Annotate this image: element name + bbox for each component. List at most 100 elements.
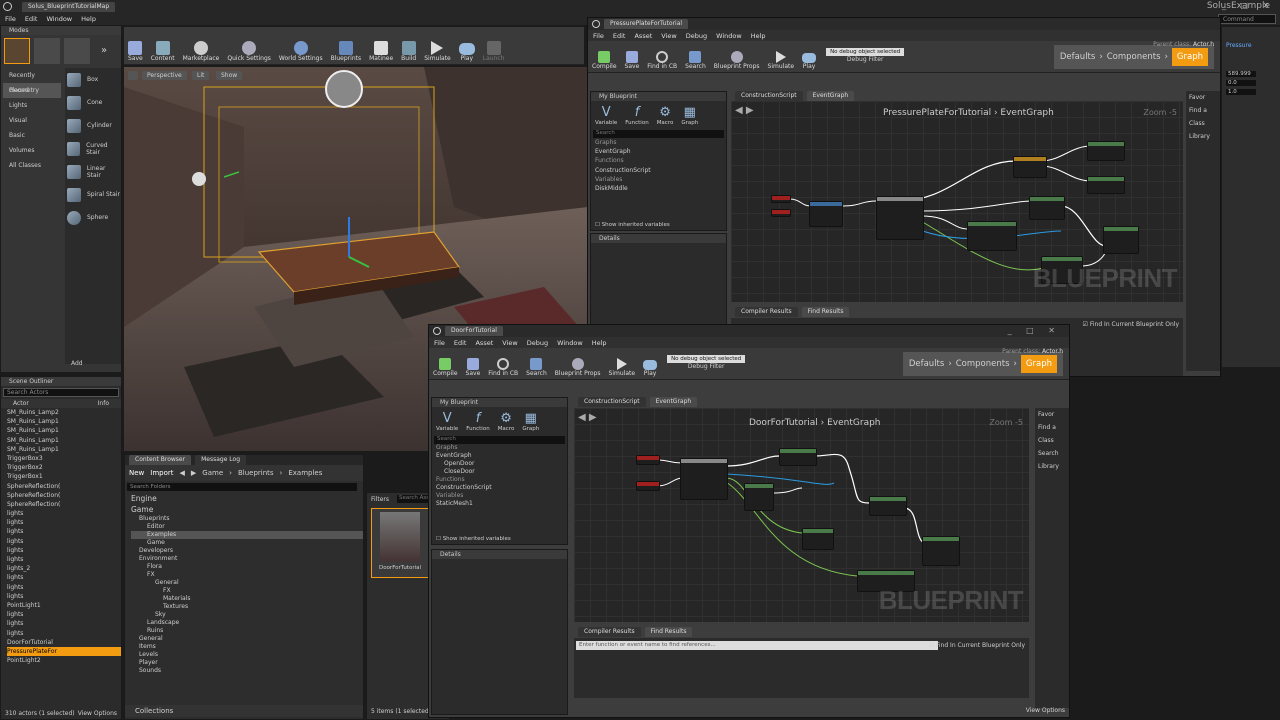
- add-function-button[interactable]: f Function: [466, 411, 489, 432]
- world-settings-button[interactable]: World Settings: [275, 29, 327, 64]
- debug-object-select[interactable]: No debug object selected: [667, 355, 746, 363]
- folder-item[interactable]: Textures: [131, 603, 363, 611]
- folder-item[interactable]: Environment: [131, 555, 363, 563]
- blueprint-props-button[interactable]: Blueprint Props: [551, 349, 605, 379]
- category-volumes[interactable]: Volumes: [3, 143, 61, 158]
- menu-window[interactable]: Window: [716, 32, 742, 40]
- path-blueprints[interactable]: Blueprints: [238, 469, 274, 477]
- actor-row[interactable]: lights_2: [7, 564, 121, 573]
- menu-help[interactable]: Help: [751, 32, 766, 40]
- actor-row[interactable]: PressurePlateFor: [7, 646, 121, 657]
- blueprint-props-button[interactable]: Blueprint Props: [710, 42, 764, 72]
- actor-row[interactable]: TriggerBox3: [7, 454, 121, 463]
- category-visual[interactable]: Visual: [3, 113, 61, 128]
- content-button[interactable]: Content: [147, 29, 179, 64]
- bp2-view-options[interactable]: View Options: [1026, 707, 1065, 714]
- matinee-button[interactable]: Matinee: [365, 29, 397, 64]
- folder-item[interactable]: Sky: [131, 611, 363, 619]
- actor-row[interactable]: SM_Ruins_Lamp1: [7, 436, 121, 445]
- column-info[interactable]: Info: [98, 399, 109, 408]
- graph-node[interactable]: [1103, 226, 1139, 254]
- palette-find[interactable]: Find a: [1035, 421, 1069, 434]
- item-diskmiddle[interactable]: DiskMiddle: [595, 184, 726, 193]
- menu-edit[interactable]: Edit: [613, 32, 626, 40]
- path-game[interactable]: Game: [202, 469, 223, 477]
- compiler-results-tab[interactable]: Compiler Results: [578, 627, 641, 637]
- menu-window[interactable]: Window: [557, 339, 583, 347]
- folder-item[interactable]: Developers: [131, 547, 363, 555]
- blueprint-search[interactable]: Search: [593, 130, 724, 138]
- item-opendoor[interactable]: OpenDoor: [436, 460, 567, 468]
- category-geometry[interactable]: Geometry: [3, 83, 61, 98]
- find-results-tab[interactable]: Find Results: [644, 627, 693, 637]
- graph-node[interactable]: [680, 458, 728, 500]
- place-item-box[interactable]: Box: [67, 68, 121, 91]
- folder-item[interactable]: Blueprints: [131, 515, 363, 523]
- graph-node[interactable]: [636, 481, 660, 491]
- actor-row[interactable]: TriggerBox1: [7, 472, 121, 481]
- show-inherited-checkbox[interactable]: ☐ Show inherited variables: [595, 222, 670, 228]
- show-dropdown[interactable]: Show: [216, 71, 243, 80]
- viewport-options-icon[interactable]: [128, 71, 138, 80]
- bp2-tab[interactable]: DoorForTutorial: [445, 326, 503, 336]
- actor-row[interactable]: SM_Ruins_Lamp1: [7, 445, 121, 454]
- actor-row[interactable]: PointLight1: [7, 601, 121, 610]
- debug-object-select[interactable]: No debug object selected: [826, 48, 905, 56]
- show-inherited-checkbox[interactable]: ☐ Show inherited variables: [436, 536, 511, 542]
- simulate-button[interactable]: Simulate: [420, 29, 455, 64]
- menu-help[interactable]: Help: [592, 339, 607, 347]
- actor-row[interactable]: lights: [7, 509, 121, 518]
- save-button[interactable]: Save: [621, 42, 644, 72]
- folder-item[interactable]: Levels: [131, 651, 363, 659]
- build-button[interactable]: Build: [397, 29, 420, 64]
- place-item-cylinder[interactable]: Cylinder: [67, 114, 121, 137]
- menu-debug[interactable]: Debug: [686, 32, 707, 40]
- place-item-curved-stair[interactable]: Curved Stair: [67, 137, 121, 160]
- folder-item[interactable]: Examples: [131, 531, 363, 539]
- add-function-button[interactable]: f Function: [625, 105, 648, 126]
- event-graph-canvas[interactable]: ◀ ▶ PressurePlateForTutorial › EventGrap…: [731, 101, 1183, 302]
- save-button[interactable]: Save: [462, 349, 485, 379]
- modes-tab[interactable]: Modes: [1, 26, 121, 35]
- menu-edit[interactable]: Edit: [25, 15, 38, 23]
- graph-node[interactable]: [1087, 141, 1125, 161]
- item-eventgraph[interactable]: EventGraph: [436, 452, 567, 460]
- constructionscript-tab[interactable]: ConstructionScript: [735, 91, 803, 101]
- marketplace-button[interactable]: Marketplace: [179, 29, 224, 64]
- level-tab[interactable]: Solus_BlueprintTutorialMap: [22, 2, 116, 12]
- place-item-linear-stair[interactable]: Linear Stair: [67, 160, 121, 183]
- folder-item[interactable]: Game: [131, 539, 363, 547]
- folder-item[interactable]: Ruins: [131, 627, 363, 635]
- actor-row[interactable]: SM_Ruins_Lamp1: [7, 417, 121, 426]
- menu-asset[interactable]: Asset: [634, 32, 652, 40]
- asset-tile[interactable]: DoorForTutorial: [371, 508, 429, 578]
- add-macro-button[interactable]: ⚙ Macro: [498, 411, 515, 432]
- forward-icon[interactable]: ▶: [191, 469, 196, 477]
- graph-node[interactable]: [967, 221, 1017, 251]
- actor-row[interactable]: lights: [7, 619, 121, 628]
- folder-item[interactable]: Editor: [131, 523, 363, 531]
- filters-button[interactable]: Filters: [371, 496, 389, 503]
- graph-node[interactable]: [1087, 176, 1125, 194]
- simulate-button[interactable]: Simulate: [764, 42, 799, 72]
- add-variable-button[interactable]: V Variable: [595, 105, 617, 126]
- folder-item[interactable]: FX: [131, 571, 363, 579]
- bp1-tab[interactable]: PressurePlateForTutorial: [604, 19, 689, 29]
- event-graph-canvas[interactable]: ◀ ▶ DoorForTutorial › EventGraph Zoom -5…: [574, 408, 1029, 622]
- compile-button[interactable]: Compile: [588, 42, 621, 72]
- add-variable-button[interactable]: V Variable: [436, 411, 458, 432]
- new-button[interactable]: New: [129, 469, 144, 477]
- category-recently-placed[interactable]: Recently Placed: [3, 68, 61, 94]
- launch-button[interactable]: Launch: [479, 29, 509, 64]
- actor-row[interactable]: SM_Ruins_Lamp1: [7, 426, 121, 435]
- menu-file[interactable]: File: [593, 32, 604, 40]
- item-staticmesh1[interactable]: StaticMesh1: [436, 500, 567, 508]
- message-log-tab[interactable]: Message Log: [195, 455, 247, 465]
- actor-row[interactable]: DoorForTutorial: [7, 638, 121, 647]
- my-blueprint-tab[interactable]: My Blueprint: [432, 398, 567, 407]
- column-actor[interactable]: Actor: [13, 399, 29, 408]
- actor-row[interactable]: SphereReflection(: [7, 500, 121, 509]
- graph-node[interactable]: [869, 496, 907, 516]
- play-button[interactable]: Play: [455, 29, 479, 64]
- content-browser-tab[interactable]: Content Browser: [129, 455, 192, 465]
